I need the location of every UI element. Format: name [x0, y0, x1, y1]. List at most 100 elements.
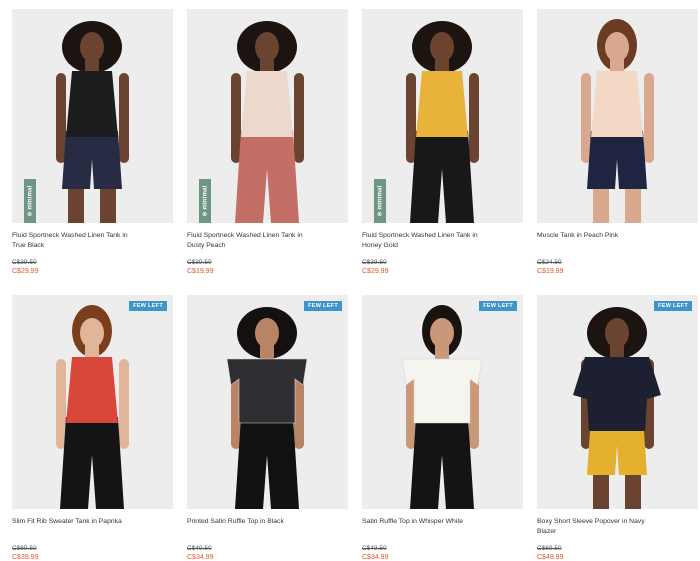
few-left-badge: FEW LEFT — [129, 301, 167, 311]
top-shape — [416, 71, 468, 137]
pants-shape — [60, 417, 124, 509]
original-price: C$49.50 — [187, 545, 212, 552]
original-price: C$69.50 — [537, 545, 562, 552]
minimal-tag: ⊕ minimal — [24, 179, 36, 223]
original-price: C$24.50 — [537, 259, 562, 266]
right-leg-shape — [625, 475, 641, 509]
product-image[interactable]: FEW LEFT — [12, 295, 173, 509]
left-arm-shape — [406, 73, 416, 163]
product-card[interactable]: Muscle Tank in Peach Pink C$24.50 C$19.9… — [537, 9, 698, 277]
product-prices: C$49.50 C$34.99 — [362, 545, 523, 561]
model-illustration — [56, 305, 129, 509]
product-name[interactable]: Printed Satin Ruffle Top in Black — [187, 517, 307, 537]
product-image[interactable]: ⊕ minimal — [362, 9, 523, 223]
product-card[interactable]: FEW LEFT Satin Ruffle Top in Whisper Whi… — [362, 295, 523, 561]
sale-price: C$29.99 — [12, 268, 39, 275]
face-shape — [255, 32, 279, 62]
few-left-badge: FEW LEFT — [304, 301, 342, 311]
right-arm-shape — [119, 359, 129, 449]
product-card[interactable]: FEW LEFT Boxy Short Sleeve Popover in Na… — [537, 295, 698, 561]
product-prices: C$39.50 C$19.99 — [187, 259, 348, 277]
minimal-tag: ⊕ minimal — [374, 179, 386, 223]
left-leg-shape — [593, 475, 609, 509]
product-card[interactable]: FEW LEFT Printed Satin Ruffle Top in Bla… — [187, 295, 348, 561]
face-shape — [605, 318, 629, 348]
pants-shape — [410, 131, 474, 223]
original-price: C$69.50 — [12, 545, 37, 552]
model-illustration — [231, 21, 304, 223]
product-prices: C$69.50 C$49.99 — [537, 545, 698, 561]
top-shape — [226, 358, 308, 424]
product-name[interactable]: Fluid Sportneck Washed Linen Tank in Tru… — [12, 231, 132, 251]
product-name[interactable]: Fluid Sportneck Washed Linen Tank in Dus… — [187, 231, 307, 251]
left-arm-shape — [231, 73, 241, 163]
sale-price: C$34.99 — [362, 554, 389, 561]
pants-shape — [410, 417, 474, 509]
original-price: C$49.50 — [362, 545, 387, 552]
shorts-shape — [587, 131, 647, 189]
right-arm-shape — [294, 73, 304, 163]
face-shape — [430, 32, 454, 62]
product-name[interactable]: Satin Ruffle Top in Whisper White — [362, 517, 482, 537]
sale-price: C$19.99 — [187, 268, 214, 275]
pants-shape — [235, 131, 299, 223]
left-arm-shape — [56, 73, 66, 163]
face-shape — [80, 318, 104, 348]
product-name[interactable]: Boxy Short Sleeve Popover in Navy Blazer — [537, 517, 657, 537]
sale-price: C$34.99 — [187, 554, 214, 561]
top-shape — [591, 71, 643, 137]
product-image[interactable]: FEW LEFT — [362, 295, 523, 509]
product-prices: C$39.50 C$29.99 — [362, 259, 523, 277]
model-illustration — [226, 307, 308, 509]
product-prices: C$69.50 C$39.99 — [12, 545, 173, 561]
right-leg-shape — [625, 189, 641, 223]
minimal-tag-label: ⊕ minimal — [377, 185, 384, 217]
model-illustration — [573, 307, 661, 509]
model-illustration — [581, 19, 654, 223]
product-card[interactable]: FEW LEFT Slim Fit Rib Sweater Tank in Pa… — [12, 295, 173, 561]
model-illustration — [406, 21, 479, 223]
top-shape — [401, 358, 483, 424]
left-arm-shape — [56, 359, 66, 449]
left-arm-shape — [581, 73, 591, 163]
minimal-tag-label: ⊕ minimal — [27, 185, 34, 217]
face-shape — [80, 32, 104, 62]
model-illustration — [56, 21, 129, 223]
product-prices: C$24.50 C$19.99 — [537, 259, 698, 277]
minimal-tag: ⊕ minimal — [199, 179, 211, 223]
original-price: C$39.50 — [362, 259, 387, 266]
product-prices: C$39.50 C$29.99 — [12, 259, 173, 277]
sale-price: C$39.99 — [12, 554, 39, 561]
product-grid: ⊕ minimal Fluid Sportneck Washed Linen T… — [0, 0, 700, 561]
few-left-badge: FEW LEFT — [654, 301, 692, 311]
sale-price: C$49.99 — [537, 554, 564, 561]
face-shape — [430, 318, 454, 348]
sale-price: C$29.99 — [362, 268, 389, 275]
minimal-tag-label: ⊕ minimal — [202, 185, 209, 217]
product-image[interactable]: ⊕ minimal — [12, 9, 173, 223]
product-image[interactable]: FEW LEFT — [187, 295, 348, 509]
product-image[interactable] — [537, 9, 698, 223]
right-leg-shape — [100, 189, 116, 223]
original-price: C$39.50 — [187, 259, 212, 266]
right-arm-shape — [469, 73, 479, 163]
product-image[interactable]: FEW LEFT — [537, 295, 698, 509]
face-shape — [255, 318, 279, 348]
original-price: C$39.50 — [12, 259, 37, 266]
top-shape — [66, 71, 118, 137]
shorts-shape — [62, 131, 122, 189]
left-leg-shape — [593, 189, 609, 223]
product-image[interactable]: ⊕ minimal — [187, 9, 348, 223]
product-card[interactable]: ⊕ minimal Fluid Sportneck Washed Linen T… — [362, 9, 523, 277]
top-shape — [66, 357, 118, 423]
right-arm-shape — [644, 73, 654, 163]
product-card[interactable]: ⊕ minimal Fluid Sportneck Washed Linen T… — [12, 9, 173, 277]
product-prices: C$49.50 C$34.99 — [187, 545, 348, 561]
face-shape — [605, 32, 629, 62]
product-name[interactable]: Fluid Sportneck Washed Linen Tank in Hon… — [362, 231, 482, 251]
product-card[interactable]: ⊕ minimal Fluid Sportneck Washed Linen T… — [187, 9, 348, 277]
product-name[interactable]: Slim Fit Rib Sweater Tank in Paprika — [12, 517, 132, 537]
sale-price: C$19.99 — [537, 268, 564, 275]
top-shape — [241, 71, 293, 137]
product-name[interactable]: Muscle Tank in Peach Pink — [537, 231, 657, 251]
